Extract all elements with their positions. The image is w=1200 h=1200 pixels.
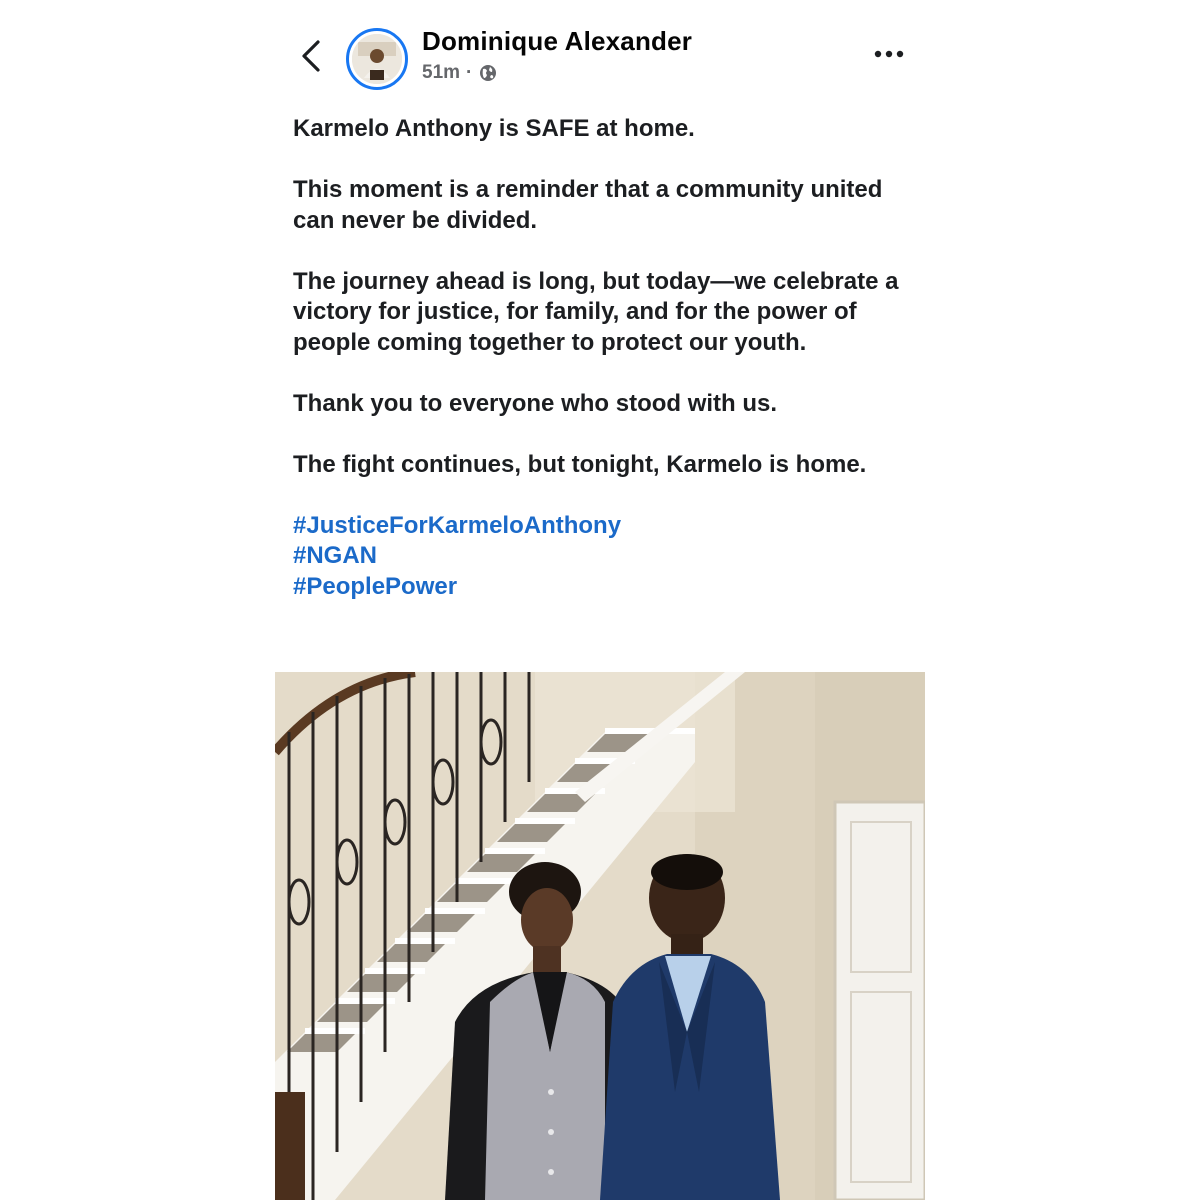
chevron-left-icon [302,40,320,72]
meta-separator: · [466,62,473,83]
post-timestamp[interactable]: 51m [422,62,460,84]
post-paragraph: The fight continues, but tonight, Karmel… [293,450,867,478]
back-button[interactable] [296,36,328,76]
post-paragraph: The journey ahead is long, but today—we … [293,267,899,356]
post-photo-image [275,672,925,1200]
globe-icon [480,65,497,81]
post-paragraph: Karmelo Anthony is SAFE at home. [293,115,695,142]
more-options-button[interactable] [872,44,906,64]
post-body: Karmelo Anthony is SAFE at home. This mo… [293,114,913,602]
hashtag-link[interactable]: #PeoplePower [293,572,913,603]
avatar[interactable] [346,28,408,90]
avatar-photo [352,34,402,84]
more-options-icon [874,50,904,58]
post-paragraph: This moment is a reminder that a communi… [293,176,883,234]
post-photo[interactable] [275,672,925,1200]
hashtag-link[interactable]: #JusticeForKarmeloAnthony [293,511,913,542]
post-meta: 51m · [422,62,498,84]
post-paragraph: Thank you to everyone who stood with us. [293,389,778,417]
hashtag-link[interactable]: #NGAN [293,541,913,572]
hashtag-list: #JusticeForKarmeloAnthony #NGAN #PeopleP… [293,511,913,603]
author-name[interactable]: Dominique Alexander [422,26,692,57]
